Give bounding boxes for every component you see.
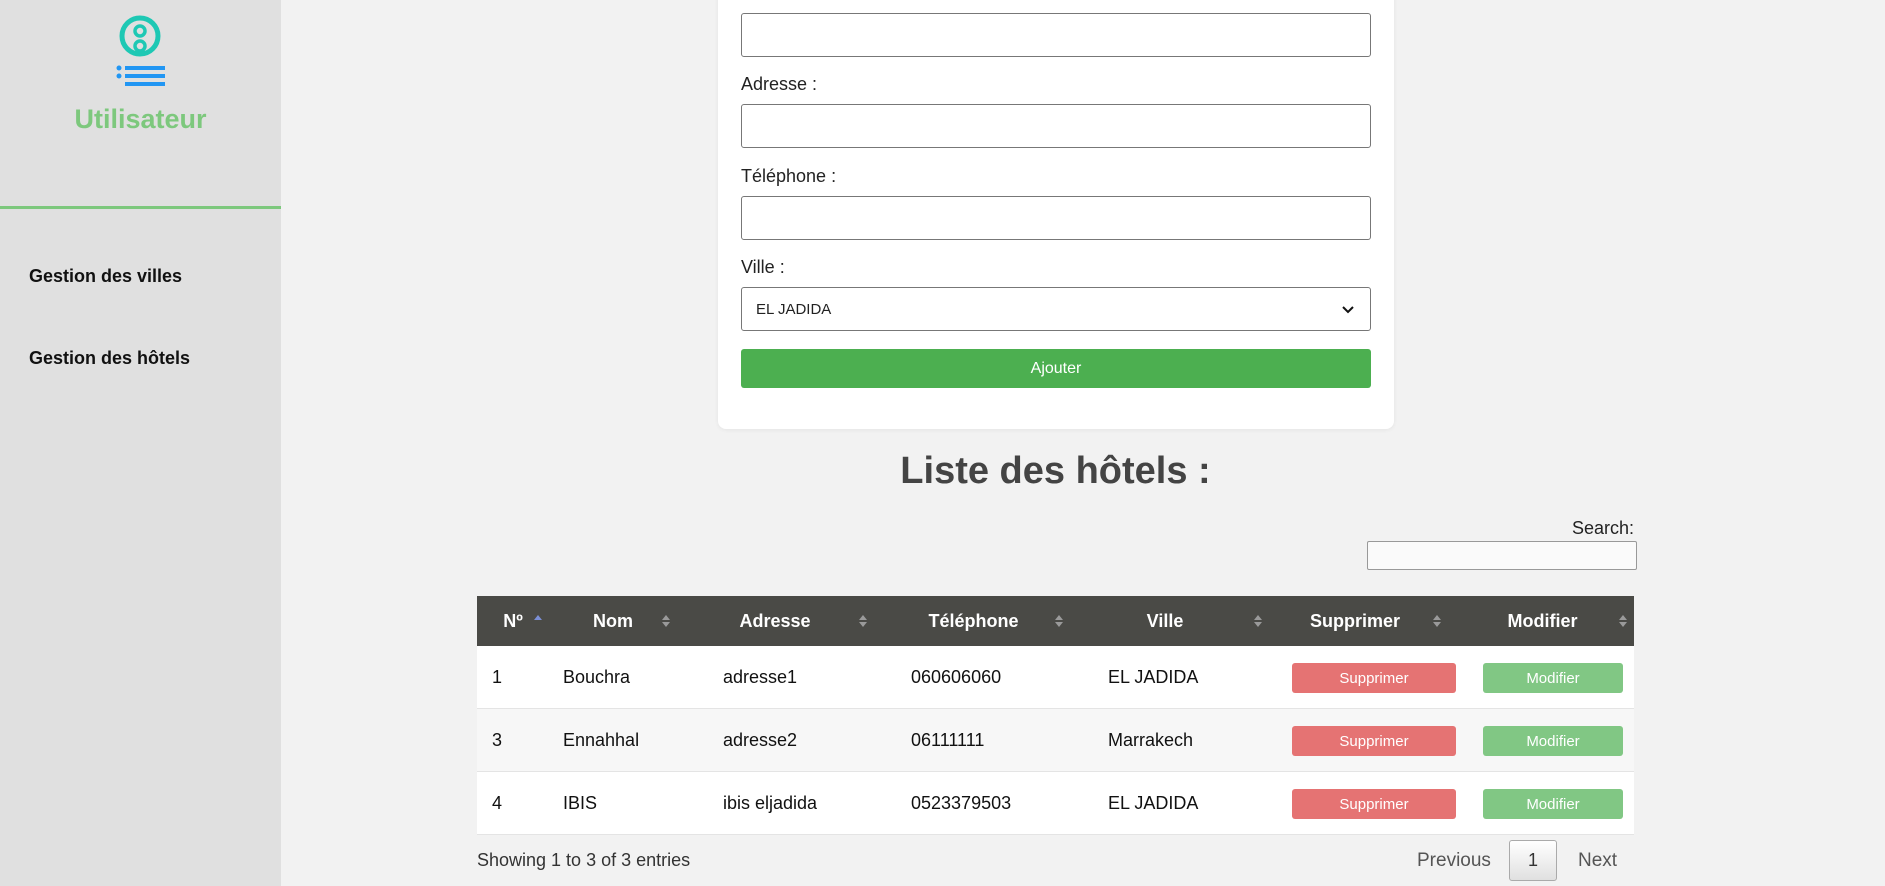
delete-button[interactable]: Supprimer: [1292, 789, 1456, 819]
list-title: Liste des hôtels :: [900, 450, 1211, 492]
add-button[interactable]: Ajouter: [741, 349, 1371, 388]
cell-ville: EL JADIDA: [1108, 792, 1199, 813]
search-input[interactable]: [1367, 541, 1637, 570]
cell-adresse: adresse2: [723, 729, 798, 750]
column-header-modifier[interactable]: Modifier: [1451, 596, 1634, 646]
table-row: 1 Bouchra adresse1 060606060 EL JADIDA S…: [477, 646, 1634, 709]
sort-icon: [859, 615, 867, 627]
cell-nom: IBIS: [563, 792, 598, 813]
sidebar-divider: [0, 206, 281, 209]
edit-button[interactable]: Modifier: [1483, 726, 1623, 756]
pagination-page[interactable]: 1: [1509, 840, 1557, 881]
column-header-supprimer[interactable]: Supprimer: [1259, 596, 1451, 646]
pagination-next[interactable]: Next: [1578, 850, 1617, 872]
edit-button[interactable]: Modifier: [1483, 663, 1623, 693]
city-label: Ville :: [741, 257, 785, 277]
chevron-down-icon: [1342, 306, 1354, 314]
cell-ville: EL JADIDA: [1108, 666, 1199, 687]
column-header-no[interactable]: Nº: [477, 596, 549, 646]
table-info: Showing 1 to 3 of 3 entries: [477, 850, 691, 870]
table-row: 3 Ennahhal adresse2 06111111 Marrakech S…: [477, 709, 1634, 772]
city-select[interactable]: EL JADIDA: [741, 287, 1371, 331]
sidebar-item-villes[interactable]: Gestion des villes: [29, 266, 182, 287]
column-header-ville[interactable]: Ville: [1071, 596, 1262, 646]
cell-telephone: 06111111: [911, 729, 985, 750]
cell-ville: Marrakech: [1108, 729, 1194, 750]
table-header: Nº Nom Adresse Téléphone Ville Supprimer…: [477, 596, 1634, 646]
cell-nom: Ennahhal: [563, 729, 640, 750]
sort-icon: [1433, 615, 1441, 627]
sort-icon: [1619, 615, 1627, 627]
city-select-value: EL JADIDA: [756, 300, 832, 318]
column-header-adresse[interactable]: Adresse: [677, 596, 873, 646]
sort-icon: [1055, 615, 1063, 627]
cell-adresse: adresse1: [723, 666, 798, 687]
phone-input[interactable]: [741, 196, 1371, 240]
sidebar-title: Utilisateur: [74, 104, 207, 134]
sidebar-item-hotels[interactable]: Gestion des hôtels: [29, 348, 190, 369]
address-label: Adresse :: [741, 74, 818, 94]
pagination-previous[interactable]: Previous: [1417, 850, 1491, 872]
cell-id: 3: [492, 729, 503, 750]
address-input[interactable]: [741, 104, 1371, 148]
search-label: Search:: [1571, 518, 1634, 538]
cell-adresse: ibis eljadida: [723, 792, 818, 813]
user-list-icon: [116, 15, 165, 86]
sort-icon: [662, 615, 670, 627]
column-header-telephone[interactable]: Téléphone: [873, 596, 1074, 646]
edit-button[interactable]: Modifier: [1483, 789, 1623, 819]
phone-label: Téléphone :: [741, 166, 837, 186]
name-input[interactable]: [741, 13, 1371, 57]
cell-telephone: 0523379503: [911, 792, 1012, 813]
delete-button[interactable]: Supprimer: [1292, 726, 1456, 756]
cell-telephone: 060606060: [911, 666, 1002, 687]
delete-button[interactable]: Supprimer: [1292, 663, 1456, 693]
cell-nom: Bouchra: [563, 666, 631, 687]
sort-asc-icon: [534, 615, 542, 620]
table-row: 4 IBIS ibis eljadida 0523379503 EL JADID…: [477, 772, 1634, 835]
cell-id: 1: [492, 666, 503, 687]
cell-id: 4: [492, 792, 503, 813]
column-header-nom[interactable]: Nom: [549, 596, 677, 646]
sidebar: Utilisateur Gestion des villes Gestion d…: [0, 0, 281, 886]
